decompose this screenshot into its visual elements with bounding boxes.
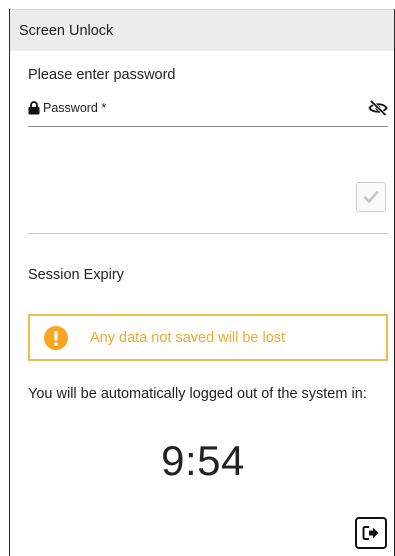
eye-slash-icon[interactable]	[368, 99, 388, 117]
data-loss-warning: Any data not saved will be lost	[28, 314, 388, 361]
section-divider	[28, 233, 388, 234]
warning-text: Any data not saved will be lost	[90, 329, 286, 346]
countdown-timer: 9:54	[161, 437, 245, 484]
screen-unlock-dialog: Screen Unlock Please enter password Pass…	[9, 9, 395, 556]
session-expiry-heading: Session Expiry	[28, 267, 124, 283]
dialog-title-text: Screen Unlock	[19, 22, 114, 39]
logout-button[interactable]	[355, 517, 387, 549]
auto-logout-message: You will be automatically logged out of …	[28, 386, 367, 402]
confirm-button[interactable]	[356, 182, 386, 212]
exclamation-circle-icon	[44, 325, 68, 350]
dialog-title: Screen Unlock	[10, 9, 394, 51]
sign-out-icon	[362, 526, 379, 540]
password-input[interactable]	[43, 99, 343, 123]
lock-icon	[28, 101, 40, 115]
checkmark-icon	[363, 191, 379, 203]
password-prompt: Please enter password	[28, 67, 176, 83]
password-field[interactable]: Password *	[28, 99, 388, 127]
